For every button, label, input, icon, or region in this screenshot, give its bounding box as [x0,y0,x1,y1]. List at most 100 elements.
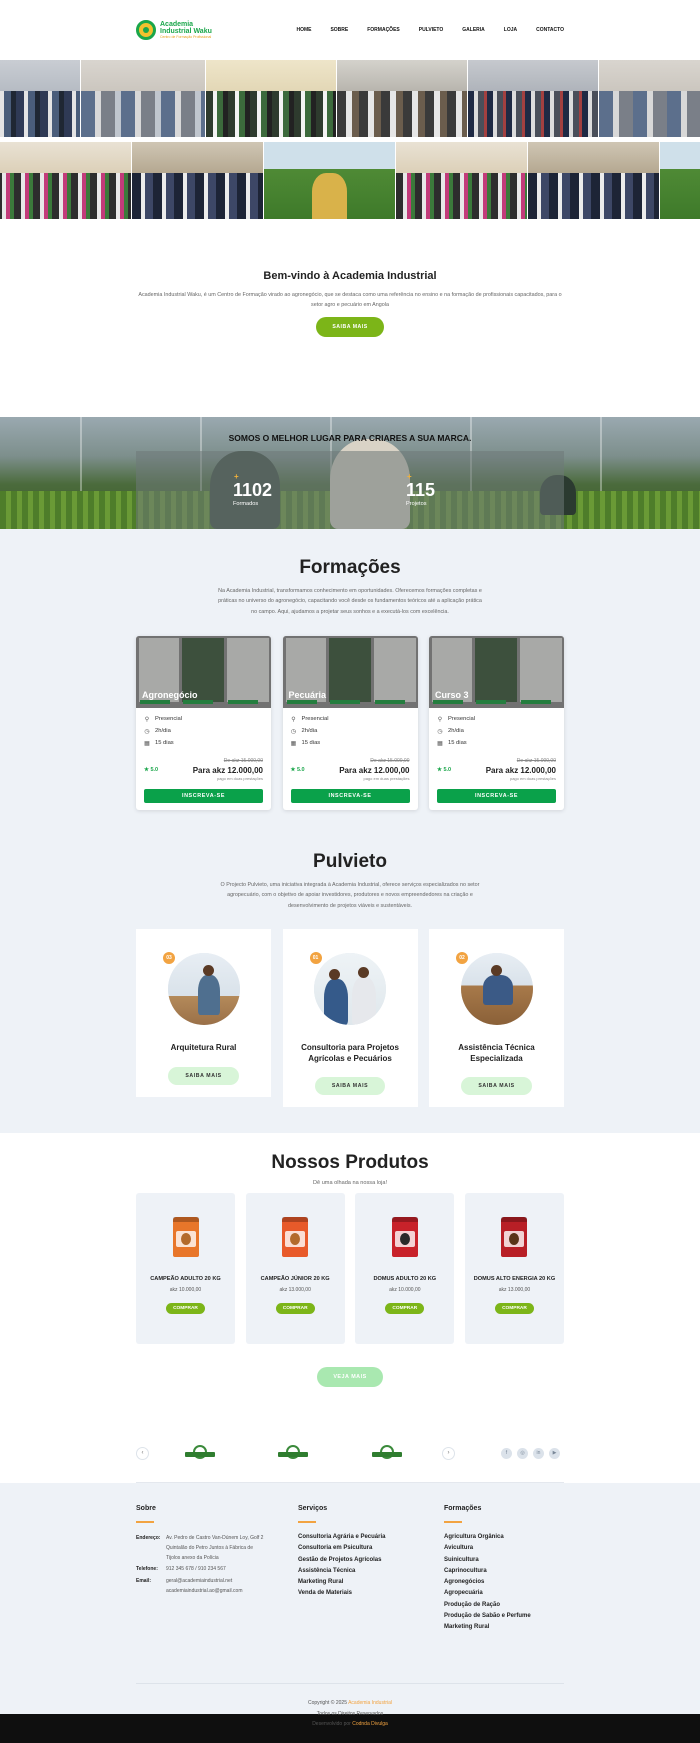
service-image [460,952,533,1025]
address-value: Av. Pedro de Castro Van-Dúnem Loy, Golf … [166,1535,264,1561]
course-mode: Presencial [155,716,183,723]
nav-home[interactable]: HOME [296,27,311,33]
email-value-2[interactable]: academiaindustrial.ao@gmail.com [166,1587,243,1597]
nav-pulvieto[interactable]: PULVIETO [419,27,444,33]
course-price-note: pago em duas prestações [363,775,410,781]
welcome-saiba-mais-button[interactable]: SAIBA MAIS [316,316,384,337]
youtube-icon[interactable]: ▶ [549,1448,560,1459]
footer-service-link[interactable]: Consultoria Agrária e Pecuária [298,1534,444,1540]
product-card[interactable]: CAMPEÃO ADULTO 20 KG akz 10.000,00 COMPR… [136,1193,235,1344]
inscreva-se-button[interactable]: INSCREVA-SE [437,788,556,803]
product-image [282,1217,309,1257]
carousel-prev-arrow-icon[interactable]: ‹ [136,1447,149,1460]
footer-service-link[interactable]: Venda de Materiais [298,1590,444,1596]
comprar-button[interactable]: COMPRAR [495,1303,534,1314]
nav-loja[interactable]: LOJA [504,27,517,33]
carousel-next-arrow-icon[interactable]: › [442,1447,455,1460]
logo-line-1: Academia [160,20,194,28]
phone-value[interactable]: 912 345 678 / 910 234 567 [166,1565,226,1575]
gallery-photo [132,142,263,219]
nav-formacoes[interactable]: FORMAÇÕES [367,27,400,33]
welcome-title: Bem-vindo à Academia Industrial [263,270,437,282]
email-value-1[interactable]: geral@academiaindustrial.net [166,1577,243,1587]
course-price: Para akz 12.000,00 [192,765,263,775]
stat-plus: + [234,472,239,481]
comprar-button[interactable]: COMPRAR [385,1303,425,1314]
footer-course-link[interactable]: Caprinocultura [444,1568,564,1574]
course-cards: Agronegócio ⚲ Presencial ◷ 2h/dia ▦ 15 dias… [136,635,564,810]
course-mode: Presencial [448,716,476,723]
footer-accent-bar [298,1521,316,1523]
site-logo[interactable]: Academia Industrial Waku Centro de Forma… [136,20,212,40]
bio-seal-logo [278,1445,308,1463]
linkedin-icon[interactable]: in [533,1448,544,1459]
logo-tagline: Centro de Formação Profissional [160,34,212,39]
comprar-button[interactable]: COMPRAR [166,1303,205,1314]
location-pin-icon: ⚲ [437,716,443,723]
gallery-photo [468,60,598,137]
pulvieto-section: Pulvieto O Projecto Pulvieto, uma inicia… [0,827,700,1133]
copyright-brand-link[interactable]: Academia Industrial [348,1700,392,1706]
course-card[interactable]: Agronegócio ⚲ Presencial ◷ 2h/dia ▦ 15 dias… [136,635,271,810]
footer-service-link[interactable]: Marketing Rural [298,1579,444,1585]
gallery-photo [0,142,131,219]
facebook-icon[interactable]: f [501,1448,512,1459]
footer-course-link[interactable]: Agropecuária [444,1590,564,1596]
footer-servicos-column: Serviços Consultoria Agrária e Pecuária … [298,1505,444,1683]
service-card[interactable]: 03 Arquitetura Rural SAIBA MAIS [136,928,271,1097]
product-card[interactable]: CAMPEÃO JÚNIOR 20 KG akz 13.000,00 COMPR… [245,1193,345,1344]
gallery-photo [0,60,80,137]
product-card[interactable]: DOMUS ADULTO 20 KG akz 10.000,00 COMPRAR [355,1193,455,1344]
calendar-icon: ▦ [290,740,297,747]
gallery-photo [599,60,700,137]
service-image [314,952,386,1025]
gallery-photo [81,60,205,137]
product-image [391,1217,418,1257]
inscreva-se-button[interactable]: INSCREVA-SE [144,788,263,803]
inscreva-se-button[interactable]: INSCREVA-SE [290,788,410,803]
course-card[interactable]: Curso 3 ⚲ Presencial ◷ 2h/dia ▦ 15 dias ★ 5… [429,635,564,810]
footer-service-link[interactable]: Assistência Técnica [298,1568,444,1574]
gallery-photo [528,142,659,219]
veja-mais-button[interactable]: VEJA MAIS [317,1367,383,1387]
stat-formados: + 1102 Formados [233,472,272,507]
footer-course-link[interactable]: Produção de Ração [444,1602,564,1608]
footer-accent-bar [444,1521,462,1523]
service-saiba-mais-button[interactable]: SAIBA MAIS [461,1077,532,1096]
footer-course-link[interactable]: Avicultura [444,1545,564,1551]
nav-contacto[interactable]: CONTACTO [536,27,564,33]
footer-course-link[interactable]: Suinicultura [444,1557,564,1563]
course-days: 15 dias [301,740,321,747]
comprar-button[interactable]: COMPRAR [275,1303,315,1314]
nav-sobre[interactable]: SOBRE [330,27,348,33]
course-title: Agronegócio [142,689,198,700]
footer-service-link[interactable]: Gestão de Projetos Agrícolas [298,1557,444,1563]
stat-plus: + [407,472,412,481]
footer-service-link[interactable]: Consultoria em Psicultura [298,1545,444,1551]
formacoes-description: Na Academia Industrial, transformamos co… [218,588,482,615]
service-saiba-mais-button[interactable]: SAIBA MAIS [168,1066,239,1085]
course-price-note: pago em duas prestações [509,775,556,781]
developer-link[interactable]: Codnda Divulga [352,1721,388,1727]
service-card[interactable]: 02 Assistência Técnica Especializada SAI… [429,928,564,1108]
footer-course-link[interactable]: Agronegócios [444,1579,564,1585]
course-days: 15 dias [448,740,467,747]
products-section: Nossos Produtos Dê uma olhada na nossa l… [0,1133,700,1441]
calendar-icon: ▦ [437,740,443,747]
pulvieto-title: Pulvieto [313,851,387,872]
site-footer: Sobre Endereço: Av. Pedro de Castro Van-D… [0,1483,700,1727]
nav-galeria[interactable]: GALERIA [462,27,485,33]
products-subtitle: Dê uma olhada na nossa loja! [312,1180,387,1186]
footer-course-link[interactable]: Agricultura Orgânica [444,1534,564,1540]
logo-line-2: Industrial Waku [160,27,212,35]
product-card[interactable]: DOMUS ALTO ENERGIA 20 KG akz 13.000,00 C… [464,1193,564,1344]
product-image [172,1217,199,1257]
course-card[interactable]: Pecuária ⚲ Presencial ◷ 2h/dia ▦ 15 dias ★ … [282,635,418,810]
stats-headline: SOMOS O MELHOR LUGAR PARA CRIARES A SUA … [228,433,472,443]
service-saiba-mais-button[interactable]: SAIBA MAIS [314,1077,386,1096]
stats-banner: SOMOS O MELHOR LUGAR PARA CRIARES A SUA … [0,417,700,529]
service-card[interactable]: 01 Consultoria para Projetos Agrícolas e… [282,928,418,1108]
instagram-icon[interactable]: ◎ [517,1448,528,1459]
footer-course-link[interactable]: Produção de Sabão e Perfume [444,1613,564,1619]
footer-course-link[interactable]: Marketing Rural [444,1624,564,1630]
